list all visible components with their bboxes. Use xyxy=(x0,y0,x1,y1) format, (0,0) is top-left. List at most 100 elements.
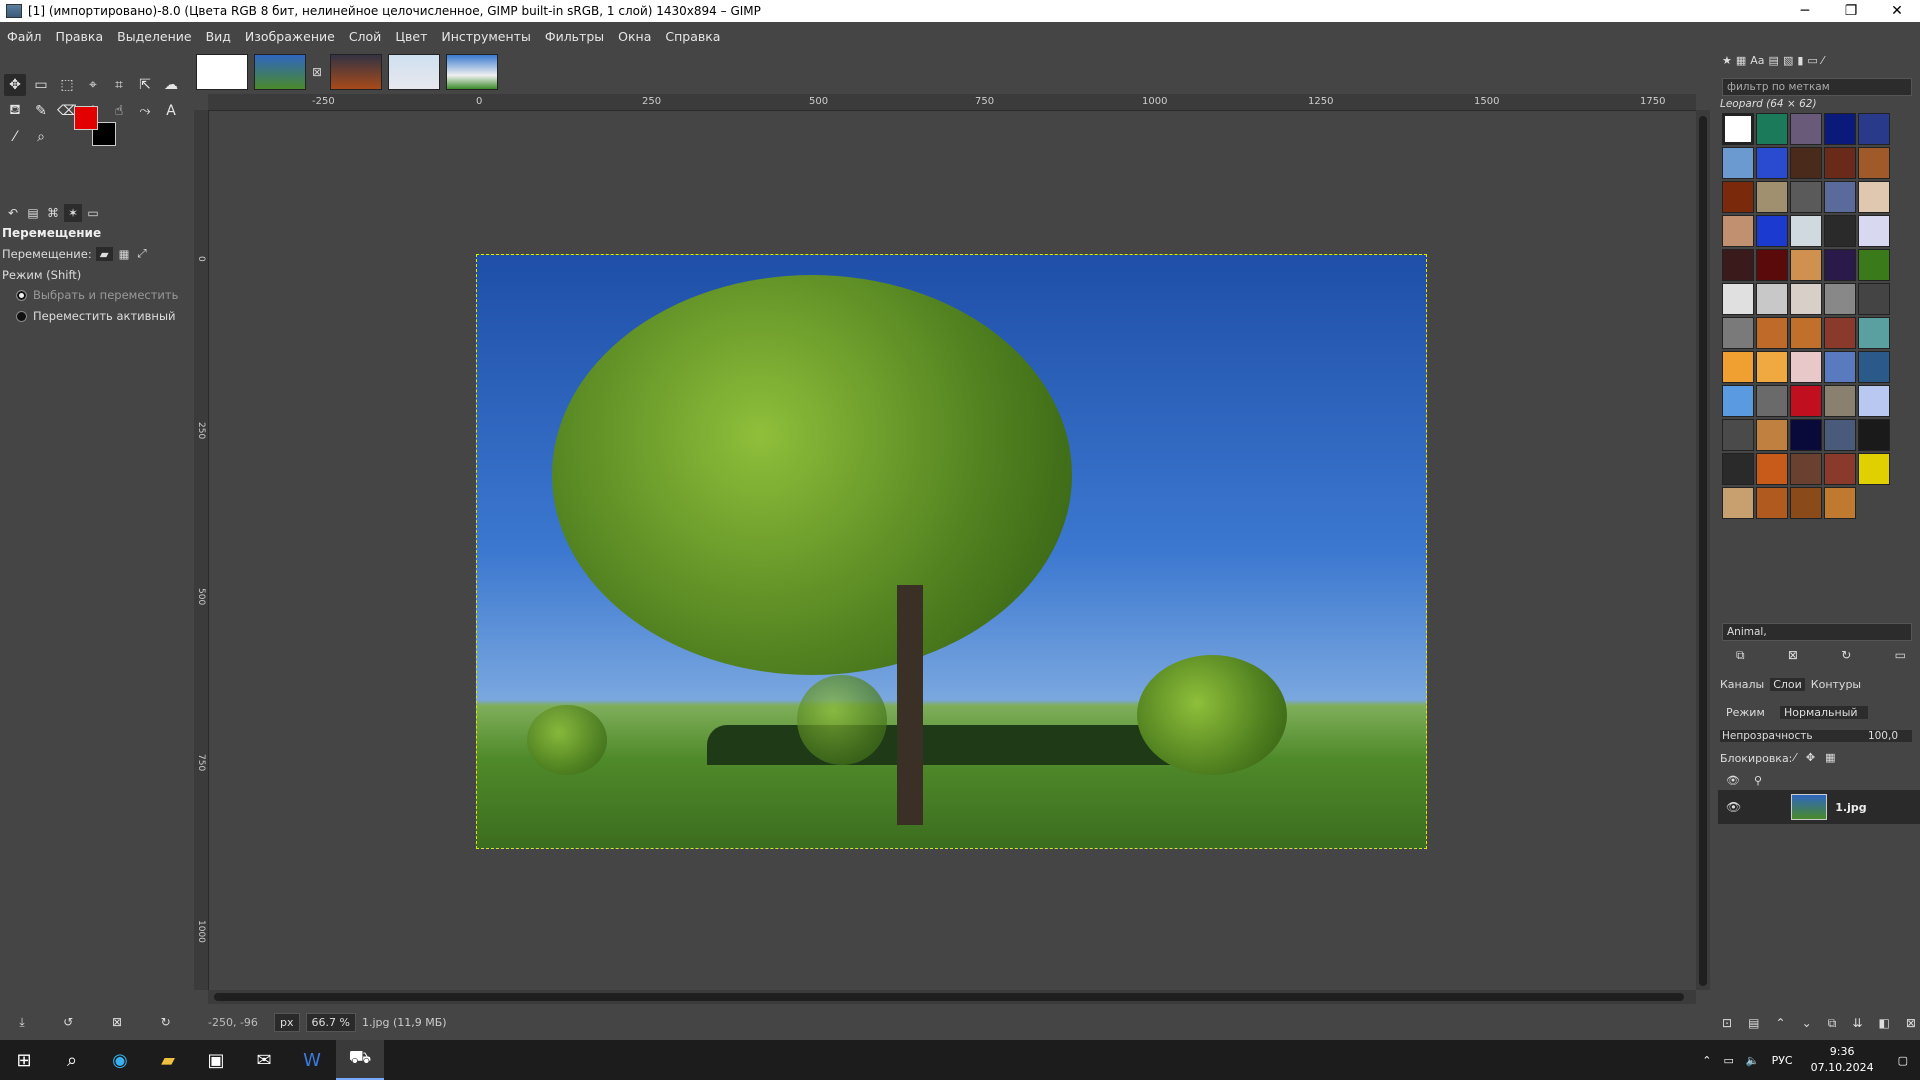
close-button[interactable]: ✕ xyxy=(1874,0,1920,22)
duplicate-pattern-icon[interactable]: ⧉ xyxy=(1736,648,1745,663)
pattern-swatch[interactable] xyxy=(1790,215,1822,247)
pick-move-radio[interactable] xyxy=(16,289,27,301)
pattern-swatch[interactable] xyxy=(1858,317,1890,349)
pattern-swatch[interactable] xyxy=(1790,147,1822,179)
color-picker-tool-icon[interactable]: ⁄ xyxy=(4,126,26,148)
vertical-scrollbar[interactable] xyxy=(1696,110,1710,990)
palettes-tab-icon[interactable]: ▮ xyxy=(1797,54,1803,67)
tray-chevron-icon[interactable]: ⌃ xyxy=(1702,1054,1711,1067)
crop-tool-icon[interactable]: ⌗ xyxy=(108,74,130,96)
pattern-swatch[interactable] xyxy=(1858,147,1890,179)
lock-position-icon[interactable]: ✥ xyxy=(1806,751,1815,764)
pattern-swatch[interactable] xyxy=(1756,113,1788,145)
pattern-swatch[interactable] xyxy=(1722,215,1754,247)
pattern-swatch[interactable] xyxy=(1722,419,1754,451)
rect-select-tool-icon[interactable]: ▭ xyxy=(30,74,52,96)
move-tool-icon[interactable]: ✥ xyxy=(4,74,26,96)
pattern-swatch[interactable] xyxy=(1790,487,1822,519)
restore-options-icon[interactable]: ↺ xyxy=(63,1015,73,1029)
pattern-swatch[interactable] xyxy=(1858,453,1890,485)
layer-mode-select[interactable]: Нормальный xyxy=(1780,706,1868,719)
pattern-swatch[interactable] xyxy=(1790,317,1822,349)
device-status-tab-icon[interactable]: ▭ xyxy=(84,204,102,222)
pattern-swatch[interactable] xyxy=(1722,385,1754,417)
clock[interactable]: 9:36 07.10.2024 xyxy=(1811,1044,1874,1076)
pattern-swatch[interactable] xyxy=(1790,113,1822,145)
menu-image[interactable]: Изображение xyxy=(238,29,342,44)
menu-file[interactable]: Файл xyxy=(0,29,49,44)
fonts-tab-icon[interactable]: Aa xyxy=(1750,54,1764,67)
pattern-swatch[interactable] xyxy=(1790,249,1822,281)
pattern-swatch[interactable] xyxy=(1756,351,1788,383)
pattern-swatch[interactable] xyxy=(1756,249,1788,281)
pattern-swatch[interactable] xyxy=(1756,385,1788,417)
pattern-swatch[interactable] xyxy=(1790,385,1822,417)
pattern-swatch[interactable] xyxy=(1756,453,1788,485)
delete-options-icon[interactable]: ⊠ xyxy=(112,1015,122,1029)
move-path-icon[interactable]: ⤢ xyxy=(137,246,146,261)
close-tab-icon[interactable]: ⊠ xyxy=(312,65,322,79)
store-icon[interactable]: ▣ xyxy=(192,1040,240,1080)
image-tab-tree[interactable] xyxy=(254,54,306,90)
pattern-swatch[interactable] xyxy=(1858,419,1890,451)
pattern-swatch[interactable] xyxy=(1722,453,1754,485)
image-tab-blank[interactable] xyxy=(196,54,248,90)
pattern-swatch[interactable] xyxy=(1858,215,1890,247)
brush-editor-tab-icon[interactable]: ⁄ xyxy=(1822,54,1824,67)
transform-tool-icon[interactable]: ⇱ xyxy=(134,74,156,96)
pattern-swatch[interactable] xyxy=(1722,283,1754,315)
images-tab-icon[interactable]: ▤ xyxy=(24,204,42,222)
foreground-color[interactable] xyxy=(74,106,98,130)
search-icon[interactable]: ⌕ xyxy=(48,1040,96,1080)
new-group-icon[interactable]: ▤ xyxy=(1748,1016,1759,1031)
menu-layer[interactable]: Слой xyxy=(342,29,389,44)
pattern-swatch[interactable] xyxy=(1722,181,1754,213)
move-active-option[interactable]: Переместить активный xyxy=(16,309,176,323)
layer-row[interactable]: 👁 1.jpg xyxy=(1718,790,1920,824)
image-canvas[interactable] xyxy=(476,254,1427,849)
move-layer-icon[interactable]: ▰ xyxy=(95,246,113,261)
volume-icon[interactable]: 🔈 xyxy=(1746,1054,1760,1067)
pattern-swatch[interactable] xyxy=(1824,147,1856,179)
pattern-swatch[interactable] xyxy=(1858,283,1890,315)
pattern-swatch[interactable] xyxy=(1858,249,1890,281)
notifications-icon[interactable]: ▢ xyxy=(1898,1054,1908,1067)
pattern-swatch[interactable] xyxy=(1824,453,1856,485)
pattern-swatch[interactable] xyxy=(1824,283,1856,315)
pattern-swatch[interactable] xyxy=(1858,113,1890,145)
horizontal-scrollbar[interactable] xyxy=(208,990,1696,1004)
raise-layer-icon[interactable]: ⌃ xyxy=(1776,1016,1786,1031)
text-tool-icon[interactable]: A xyxy=(160,100,182,122)
word-icon[interactable]: W xyxy=(288,1040,336,1080)
save-options-icon[interactable]: ⤓ xyxy=(19,1015,24,1030)
refresh-patterns-icon[interactable]: ↻ xyxy=(1841,648,1851,663)
pattern-swatch[interactable] xyxy=(1858,351,1890,383)
mail-icon[interactable]: ✉ xyxy=(240,1040,288,1080)
reset-options-icon[interactable]: ↻ xyxy=(161,1015,171,1029)
zoom-tool-icon[interactable]: ⌕ xyxy=(30,126,52,148)
document-history-tab-icon[interactable]: ▤ xyxy=(1769,54,1779,67)
undo-history-tab-icon[interactable]: ↶ xyxy=(4,204,22,222)
pattern-swatch[interactable] xyxy=(1756,215,1788,247)
new-layer-icon[interactable]: ⊡ xyxy=(1722,1016,1732,1031)
file-explorer-icon[interactable]: ▰ xyxy=(144,1040,192,1080)
tab-paths[interactable]: Контуры xyxy=(1811,678,1861,691)
vertical-scroll-thumb[interactable] xyxy=(1699,116,1707,986)
tool-options-tab-icon[interactable]: ✶ xyxy=(64,204,82,222)
menu-filters[interactable]: Фильтры xyxy=(538,29,611,44)
pattern-swatch[interactable] xyxy=(1756,487,1788,519)
pattern-swatch[interactable] xyxy=(1722,317,1754,349)
pattern-swatch[interactable] xyxy=(1824,419,1856,451)
move-active-radio[interactable] xyxy=(16,310,27,322)
image-tab-autumn[interactable] xyxy=(330,54,383,90)
minimize-button[interactable]: ─ xyxy=(1782,0,1828,22)
lock-pixels-icon[interactable]: ⁄ xyxy=(1794,751,1796,764)
free-select-tool-icon[interactable]: ⌖ xyxy=(82,74,104,96)
tab-layers[interactable]: Слои xyxy=(1770,678,1805,691)
pattern-swatch[interactable] xyxy=(1790,181,1822,213)
menu-help[interactable]: Справка xyxy=(658,29,727,44)
pattern-swatch[interactable] xyxy=(1858,385,1890,417)
pattern-swatch[interactable] xyxy=(1722,113,1754,145)
pattern-swatch[interactable] xyxy=(1756,317,1788,349)
menu-select[interactable]: Выделение xyxy=(110,29,198,44)
